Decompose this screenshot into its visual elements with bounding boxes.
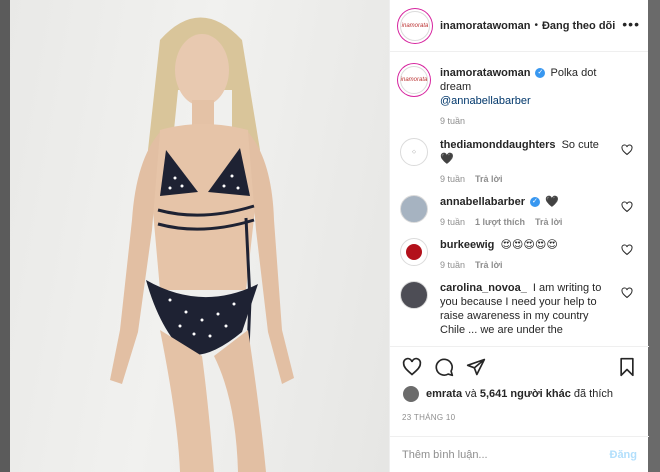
comment-age[interactable]: 9 tuần: [440, 174, 465, 184]
comment-body: carolina_novoa_ I am writing to you beca…: [440, 281, 615, 337]
caption-avatar[interactable]: inamorata: [400, 66, 428, 94]
heart-icon[interactable]: [621, 201, 633, 213]
rose-logo-icon: [406, 244, 422, 260]
comment-item: carolina_novoa_ I am writing to you beca…: [400, 281, 637, 337]
like-heart-icon[interactable]: [402, 357, 422, 377]
comment-item: ◇ thediamonddaughters So cute 🖤 9 tuần T…: [400, 138, 637, 184]
caption-mention-link[interactable]: @annabellabarber: [440, 95, 531, 107]
model-photo-illustration: [110, 17, 294, 472]
liker-username[interactable]: emrata: [426, 388, 462, 400]
action-icons: [402, 347, 637, 387]
follow-status-button[interactable]: Đang theo dõi: [542, 20, 615, 32]
post-photo[interactable]: [10, 0, 389, 472]
caption: inamorata inamoratawoman ✓ Polka dot drea…: [400, 66, 637, 126]
comment-body: burkeewig 😍😍😍😍😍 9 tuần Trả lời: [440, 238, 615, 270]
comment-age[interactable]: 9 tuần: [440, 217, 465, 227]
comment-likes-count[interactable]: 1 lượt thích: [475, 217, 525, 227]
comment-avatar[interactable]: ◇: [400, 138, 428, 166]
reply-button[interactable]: Trả lời: [475, 174, 502, 184]
post-comment-button[interactable]: Đăng: [610, 449, 638, 461]
comment-bubble-icon[interactable]: [434, 357, 454, 377]
reply-button[interactable]: Trả lời: [475, 260, 502, 270]
reply-button[interactable]: Trả lời: [535, 217, 562, 227]
comment-body: thediamonddaughters So cute 🖤 9 tuần Trả…: [440, 138, 615, 184]
comment-text: 🖤: [545, 196, 559, 208]
comment-avatar[interactable]: [400, 281, 428, 309]
comment-username[interactable]: annabellabarber: [440, 196, 525, 208]
post-side-panel: inamorata inamoratawoman • Đang theo dõi…: [389, 0, 649, 472]
bookmark-icon[interactable]: [617, 357, 637, 377]
diamond-logo-icon: ◇: [412, 149, 416, 155]
comment-body: annabellabarber ✓ 🖤 9 tuần 1 lượt thích T…: [440, 195, 615, 227]
ellipsis-icon[interactable]: •••: [622, 16, 640, 32]
caption-avatar-logo: inamorata: [400, 77, 428, 83]
comment-username[interactable]: thediamonddaughters: [440, 139, 556, 151]
heart-icon[interactable]: [621, 244, 633, 256]
caption-body: inamoratawoman ✓ Polka dot dream @annabel…: [440, 66, 615, 126]
heart-icon[interactable]: [621, 287, 633, 299]
account-username[interactable]: inamoratawoman: [440, 20, 530, 32]
background-dim-left: [0, 0, 10, 472]
likes-suffix: đã thích: [573, 388, 614, 400]
likes-summary[interactable]: emrata và 5,641 người khác đã thích: [402, 385, 637, 403]
comment-text: 😍😍😍😍😍: [500, 239, 558, 251]
comment-input[interactable]: [402, 448, 610, 461]
comment-username[interactable]: carolina_novoa_: [440, 282, 527, 294]
add-comment-bar: Đăng: [390, 436, 649, 472]
post-header: inamorata inamoratawoman • Đang theo dõi…: [390, 0, 648, 52]
post-modal: inamorata inamoratawoman • Đang theo dõi…: [10, 0, 649, 472]
verified-badge-icon: ✓: [535, 68, 546, 79]
caption-username[interactable]: inamoratawoman: [440, 67, 530, 79]
comment-avatar[interactable]: [400, 195, 428, 223]
account-logo-text: inamorata: [401, 22, 429, 29]
caption-age[interactable]: 9 tuần: [440, 116, 465, 126]
comment-item: annabellabarber ✓ 🖤 9 tuần 1 lượt thích T…: [400, 195, 637, 227]
comments-list[interactable]: inamorata inamoratawoman ✓ Polka dot drea…: [390, 52, 649, 346]
background-dim-right: [648, 0, 660, 472]
liker-avatar: [402, 385, 420, 403]
post-actions: emrata và 5,641 người khác đã thích 23 T…: [390, 346, 649, 436]
comment-username[interactable]: burkeewig: [440, 239, 494, 251]
heart-icon[interactable]: [621, 144, 633, 156]
share-send-icon[interactable]: [466, 357, 486, 377]
comment-avatar[interactable]: [400, 238, 428, 266]
header-separator: •: [534, 20, 538, 31]
likes-connector: và: [465, 388, 477, 400]
comment-item: burkeewig 😍😍😍😍😍 9 tuần Trả lời: [400, 238, 637, 270]
post-date[interactable]: 23 THÁNG 10: [402, 413, 637, 422]
verified-badge-icon: ✓: [529, 197, 540, 208]
comment-age[interactable]: 9 tuần: [440, 260, 465, 270]
likes-others-count[interactable]: 5,641 người khác: [480, 388, 571, 400]
account-avatar[interactable]: inamorata: [400, 10, 430, 41]
